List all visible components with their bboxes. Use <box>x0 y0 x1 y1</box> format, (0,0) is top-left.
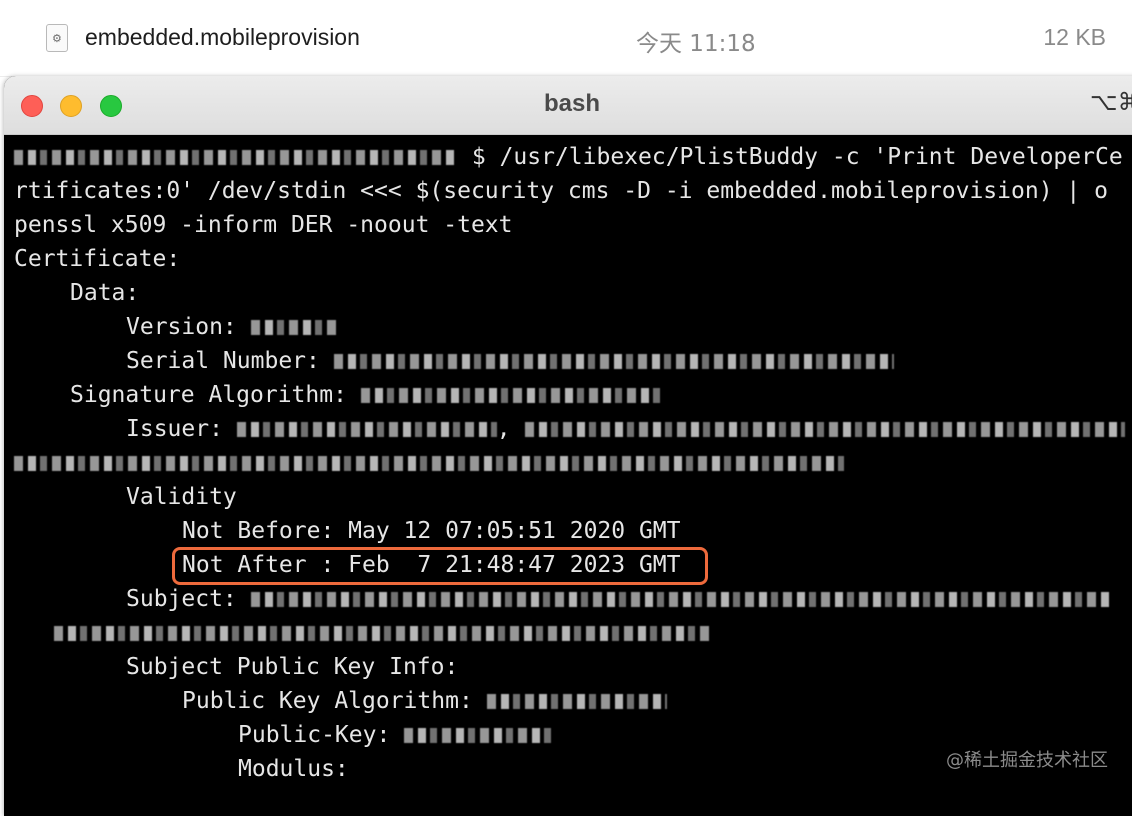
redacted-value <box>250 592 1111 607</box>
redacted-value <box>333 354 894 369</box>
keyboard-shortcut-label: ⌥⌘ <box>1090 88 1132 116</box>
terminal-line: $ /usr/libexec/PlistBuddy -c 'Print Deve… <box>14 140 1124 174</box>
terminal-line: rtificates:0' /dev/stdin <<< $(security … <box>14 178 1108 204</box>
file-size: 12 KB <box>1043 24 1106 50</box>
terminal-line: Public Key Algorithm: <box>14 684 1124 718</box>
redacted-value <box>360 388 661 403</box>
redacted-value <box>250 320 341 335</box>
terminal-line: Issuer: , <box>14 412 1125 446</box>
terminal-line: penssl x509 -inform DER -noout -text <box>14 212 513 238</box>
terminal-line: Signature Algorithm: <box>14 378 1124 412</box>
watermark: @稀土掘金技术社区 <box>946 750 1108 771</box>
terminal-line: Version: <box>14 310 1124 344</box>
redacted-value <box>14 456 844 471</box>
file-name: embedded.mobileprovision <box>85 24 360 50</box>
not-after-highlight-box <box>172 547 708 585</box>
terminal-line <box>14 446 1124 480</box>
terminal-line: Certificate: <box>14 246 181 272</box>
close-button[interactable] <box>21 95 43 117</box>
finder-file-row[interactable]: ⚙ embedded.mobileprovision 今天 11:18 12 K… <box>0 0 1132 77</box>
redacted-value <box>524 422 1125 437</box>
terminal-line: Validity <box>126 484 237 510</box>
redacted-prompt <box>14 150 458 165</box>
terminal-window: bash ⌥⌘ $ /usr/libexec/PlistBuddy -c 'Pr… <box>4 76 1132 816</box>
terminal-line: Data: <box>70 280 140 306</box>
zoom-button[interactable] <box>100 95 122 117</box>
terminal-line: Serial Number: <box>14 344 1124 378</box>
terminal-line: Not Before: May 12 07:05:51 2020 GMT <box>182 518 681 544</box>
redacted-value <box>404 728 555 743</box>
terminal-line: Subject: <box>14 582 1124 616</box>
redacted-value <box>486 694 667 709</box>
file-icon: ⚙ <box>46 24 68 52</box>
title-bar[interactable]: bash ⌥⌘ <box>4 76 1132 135</box>
terminal-output[interactable]: $ /usr/libexec/PlistBuddy -c 'Print Deve… <box>14 140 1125 786</box>
window-title: bash <box>544 90 601 117</box>
terminal-line: Subject Public Key Info: <box>126 654 459 680</box>
minimize-button[interactable] <box>60 95 82 117</box>
redacted-value <box>236 422 497 437</box>
terminal-line <box>14 616 1124 650</box>
redacted-value <box>54 626 714 641</box>
file-date: 今天 11:18 <box>636 31 756 57</box>
gear-icon: ⚙ <box>52 32 62 45</box>
